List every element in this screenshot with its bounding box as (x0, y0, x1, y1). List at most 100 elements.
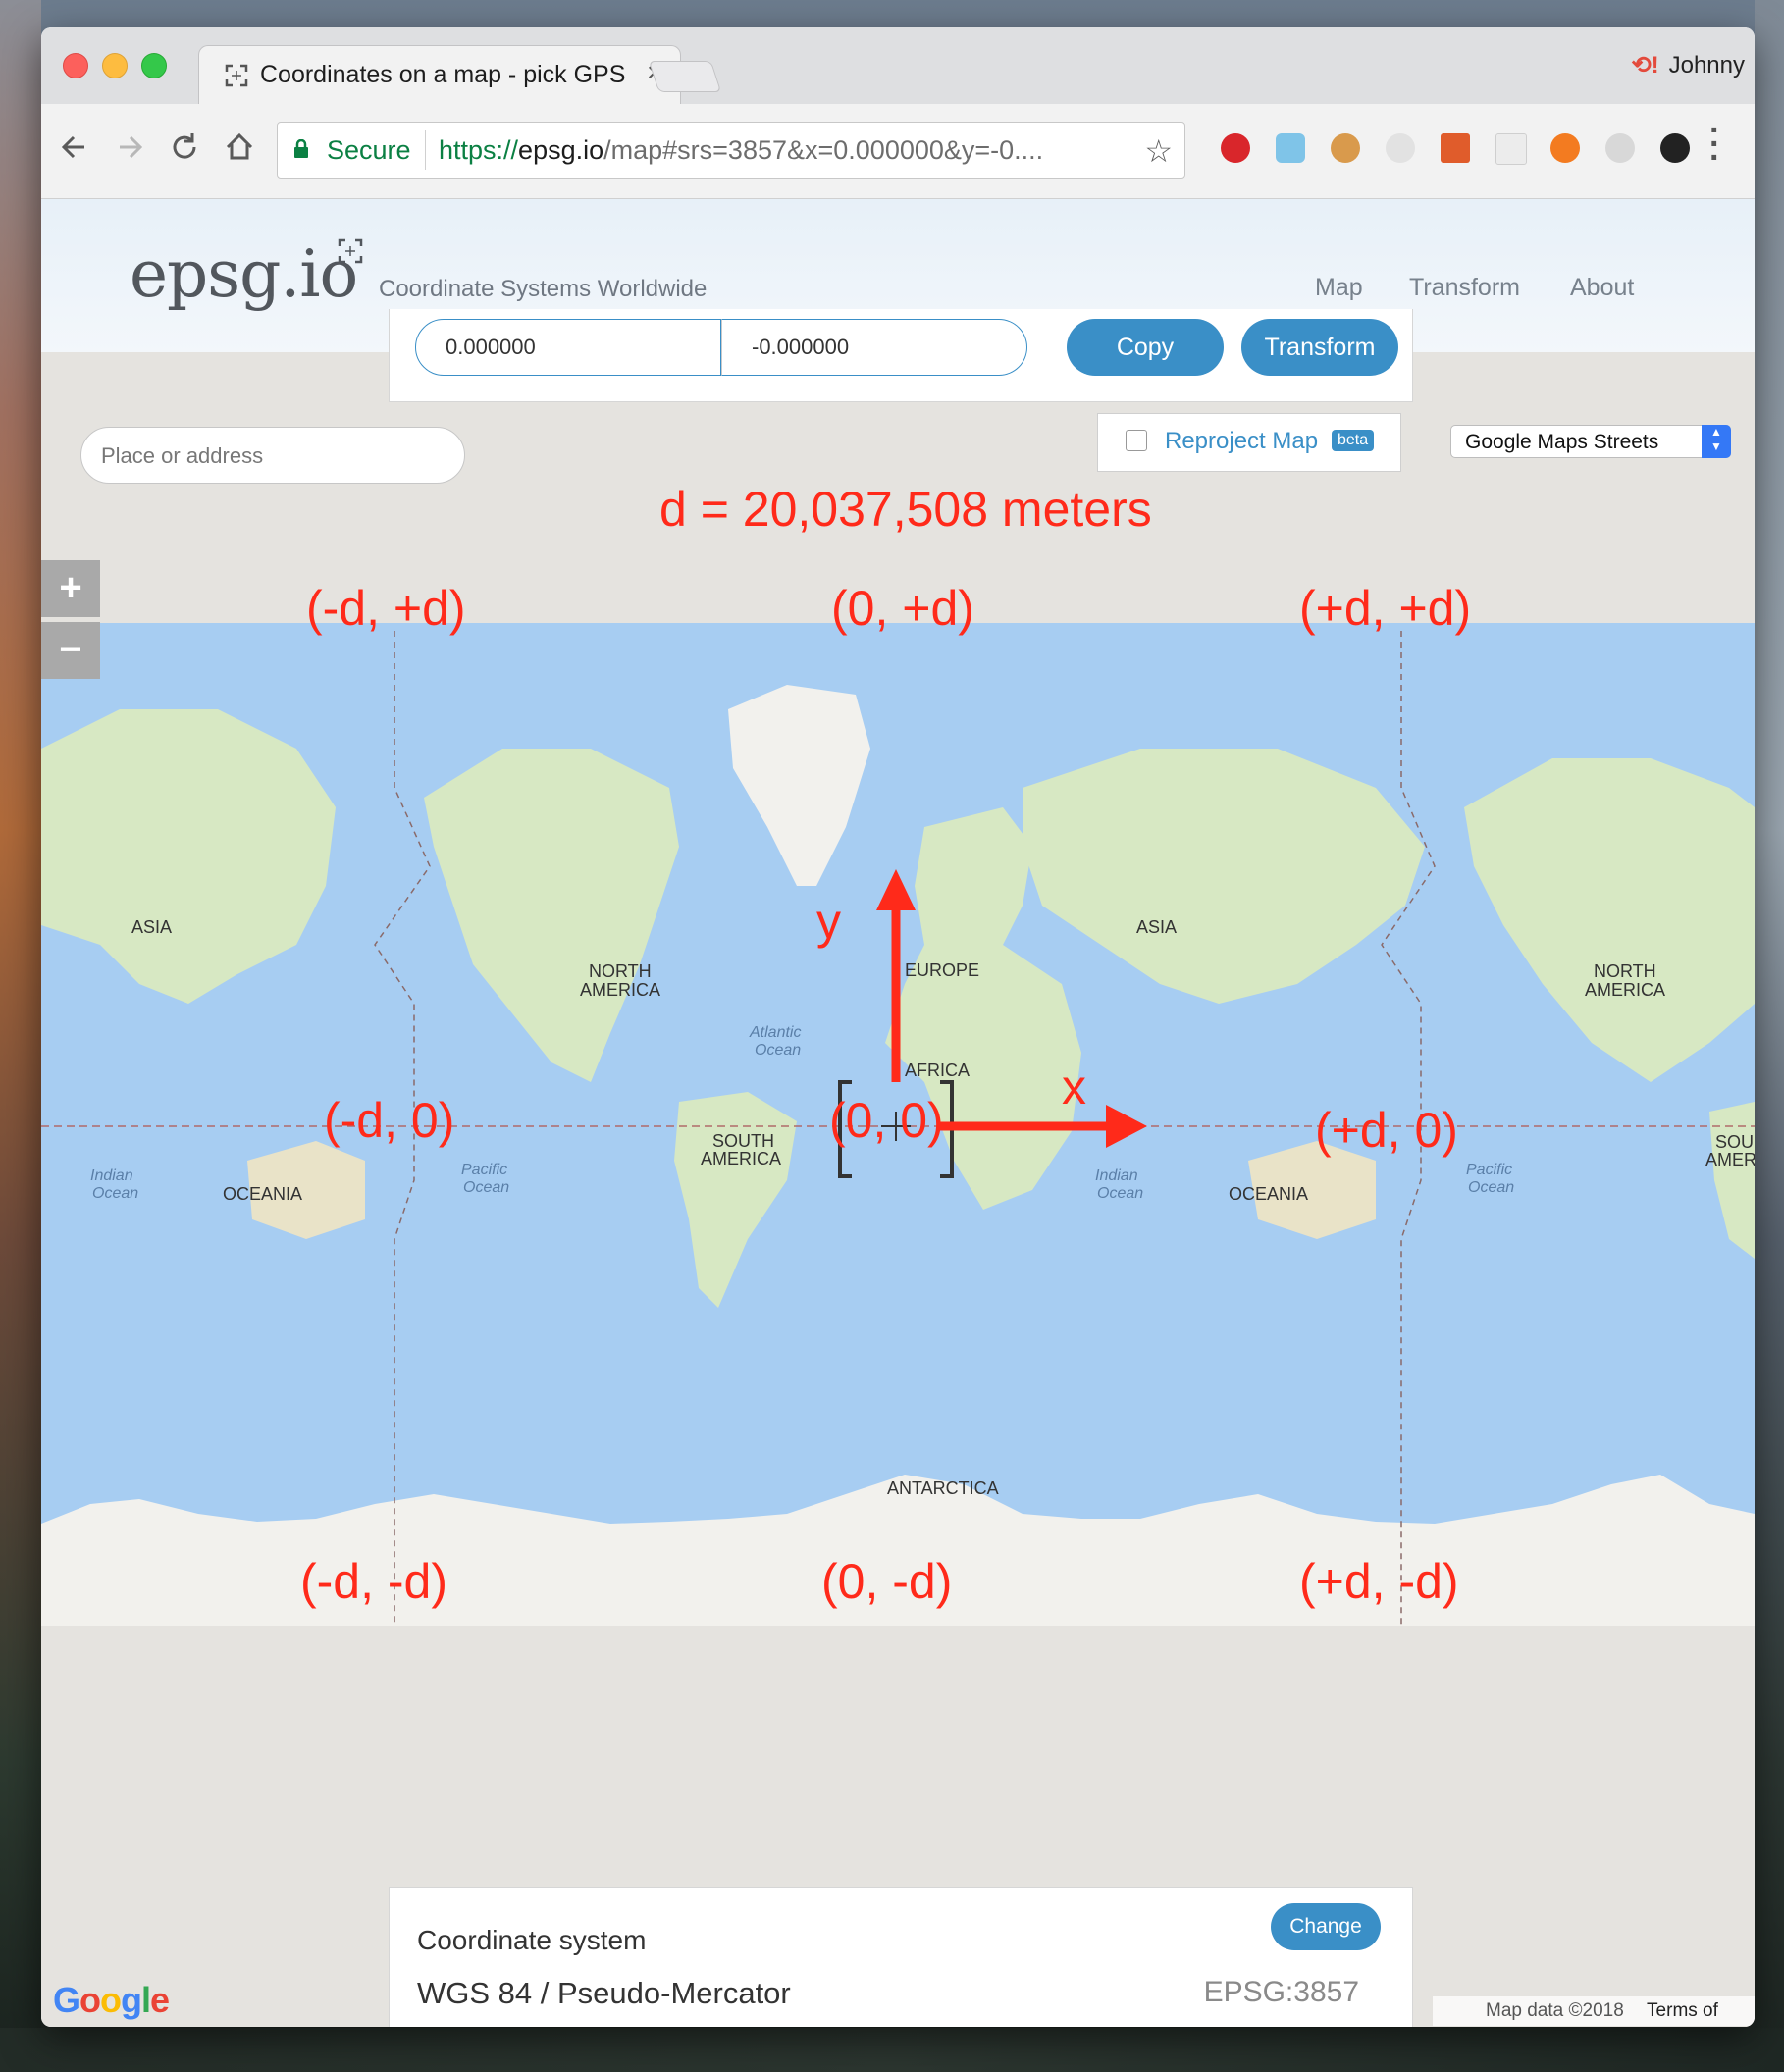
label-oceania: OCEANIA (1229, 1184, 1308, 1204)
label-pacific-left: Pacific (461, 1162, 507, 1178)
forward-icon[interactable] (110, 128, 149, 167)
card-icon[interactable] (1495, 133, 1527, 165)
label-south-america: SOUTH (712, 1131, 774, 1151)
label-north-america-2: AMERICA (580, 980, 660, 1000)
reproject-checkbox[interactable] (1126, 430, 1147, 451)
annotation-bottom-center: (0, -d) (821, 1554, 952, 1609)
tab-strip: Coordinates on a map - pick GPS × ⟲! John… (41, 27, 1755, 105)
cookie-icon[interactable] (1331, 133, 1360, 163)
page-content: ASIA ASIA NORTH AMERICA NORTH AMERICA EU… (41, 199, 1755, 2027)
minimize-window-button[interactable] (102, 53, 128, 78)
pinterest-icon[interactable] (1221, 133, 1250, 163)
annotation-top-left: (-d, +d) (306, 581, 466, 636)
label-atlantic: Atlantic (749, 1024, 801, 1041)
lock-icon (294, 139, 308, 158)
url-separator (425, 130, 426, 170)
tab-active[interactable]: Coordinates on a map - pick GPS × (198, 45, 681, 105)
map-layer-value: Google Maps Streets (1465, 431, 1659, 453)
label-pacific-left-2: Ocean (463, 1179, 509, 1196)
transform-button[interactable]: Transform (1241, 319, 1398, 376)
annotation-bottom-right: (+d, -d) (1299, 1554, 1459, 1609)
close-window-button[interactable] (63, 53, 88, 78)
select-arrows-icon: ▲ ▼ (1702, 425, 1731, 458)
place-search-input[interactable]: Place or address (80, 427, 465, 484)
label-oceania-left: OCEANIA (223, 1184, 302, 1204)
y-coordinate-input[interactable] (721, 319, 1027, 376)
secure-label: Secure (327, 135, 411, 165)
annotation-top-right: (+d, +d) (1299, 581, 1471, 636)
label-atlantic-2: Ocean (755, 1042, 801, 1059)
label-indian-left: Indian (90, 1167, 133, 1184)
url-text: https://epsg.io/map#srs=3857&x=0.000000&… (439, 135, 1106, 166)
url-scheme: https:// (439, 135, 519, 165)
label-north-america-right-2: AMERICA (1585, 980, 1665, 1000)
tiles-icon[interactable] (1441, 133, 1470, 163)
label-asia-left: ASIA (131, 917, 172, 937)
google-logo: Google (53, 1980, 170, 2020)
coordinate-system-title: Coordinate system (417, 1925, 647, 1955)
desktop-wallpaper-left (0, 0, 41, 2072)
label-asia: ASIA (1136, 917, 1177, 937)
label-indian: Indian (1095, 1167, 1138, 1184)
url-host: epsg.io (518, 135, 604, 165)
bookmark-star-icon[interactable]: ☆ (1144, 132, 1173, 170)
nav-transform[interactable]: Transform (1409, 274, 1520, 302)
lifebuoy-icon[interactable] (1550, 133, 1580, 163)
annotation-x-axis: x (1062, 1060, 1086, 1114)
label-pacific-right: Pacific (1466, 1162, 1512, 1178)
logo-crosshair-icon (338, 238, 363, 264)
label-pacific-right-2: Ocean (1468, 1179, 1514, 1196)
new-tab-button[interactable] (648, 61, 722, 92)
label-north-america: NORTH (589, 961, 652, 981)
label-indian-left-2: Ocean (92, 1185, 138, 1202)
reproject-label[interactable]: Reproject Map (1165, 428, 1318, 455)
label-south-america-2: AMERICA (701, 1149, 781, 1168)
reproject-map-control: Reproject Map beta (1097, 413, 1401, 472)
annotation-title: d = 20,037,508 meters (659, 482, 1152, 537)
label-africa: AFRICA (905, 1061, 970, 1080)
coordinate-panel: Copy Transform (389, 309, 1413, 402)
beta-badge: beta (1332, 430, 1375, 451)
site-tagline: Coordinate Systems Worldwide (379, 276, 708, 302)
map-layer-select[interactable]: Google Maps Streets ▲ ▼ (1450, 425, 1731, 458)
map-attribution: Map data ©2018 Terms of Use (1433, 1996, 1755, 2026)
zoom-out-button[interactable]: − (41, 622, 100, 679)
nav-about[interactable]: About (1570, 274, 1634, 302)
coordinate-system-panel: Coordinate system WGS 84 / Pseudo-Mercat… (389, 1887, 1413, 2027)
desktop-wallpaper-bottom (0, 2028, 1784, 2072)
browser-window: Coordinates on a map - pick GPS × ⟲! John… (41, 27, 1755, 2027)
label-europe: EUROPE (905, 960, 979, 980)
bookmark-heart-icon[interactable] (1276, 133, 1305, 163)
label-indian-2: Ocean (1097, 1185, 1143, 1202)
profile-button[interactable]: ⟲! Johnny (1632, 51, 1746, 79)
github-icon[interactable] (1660, 133, 1690, 163)
annotation-y-axis: y (816, 894, 841, 949)
annotation-mid-right: (+d, 0) (1315, 1103, 1458, 1158)
address-bar[interactable]: Secure https://epsg.io/map#srs=3857&x=0.… (277, 122, 1185, 179)
x-coordinate-input[interactable] (415, 319, 721, 376)
reload-icon[interactable] (165, 128, 204, 167)
label-partial-south-america-2: AMER (1705, 1150, 1755, 1169)
nav-map[interactable]: Map (1315, 274, 1363, 302)
shield-icon[interactable] (1386, 133, 1415, 163)
label-antarctica: ANTARCTICA (887, 1478, 999, 1498)
copy-button[interactable]: Copy (1067, 319, 1224, 376)
coordinate-system-code: EPSG:3857 (1203, 1976, 1359, 2008)
browser-toolbar: Secure https://epsg.io/map#srs=3857&x=0.… (41, 104, 1755, 199)
back-icon[interactable] (55, 128, 94, 167)
zoom-in-button[interactable]: + (41, 560, 100, 617)
annotation-bottom-left: (-d, -d) (300, 1554, 447, 1609)
react-icon[interactable] (1605, 133, 1635, 163)
label-partial-south-america: SOU (1715, 1132, 1754, 1152)
profile-name: Johnny (1668, 52, 1745, 78)
label-north-america-right: NORTH (1594, 961, 1656, 981)
annotation-top-center: (0, +d) (831, 581, 974, 636)
url-path: /map#srs=3857&x=0.000000&y=-0.... (603, 135, 1044, 165)
maximize-window-button[interactable] (141, 53, 167, 78)
home-icon[interactable] (220, 128, 259, 167)
annotation-mid-center: (0, 0) (829, 1093, 944, 1148)
sync-paused-icon: ⟲! (1631, 52, 1659, 78)
site-logo[interactable]: epsg.io (130, 236, 358, 312)
change-crs-button[interactable]: Change (1271, 1903, 1381, 1950)
browser-menu-icon[interactable]: · · · (1709, 114, 1720, 175)
